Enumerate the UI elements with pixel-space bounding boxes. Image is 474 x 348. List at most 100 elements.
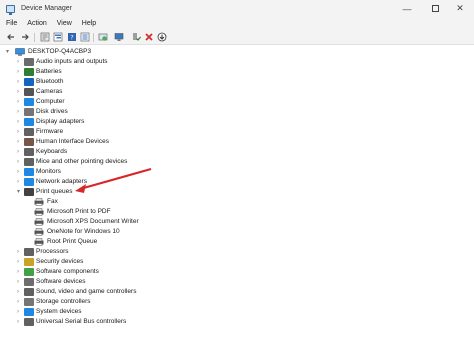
tree-device[interactable]: Microsoft XPS Document Writer <box>0 217 474 227</box>
tree-category[interactable]: › Disk drives <box>0 107 474 117</box>
menu-view[interactable]: View <box>57 20 72 27</box>
expand-chevron-icon[interactable]: › <box>17 299 23 305</box>
tree-device-label: Microsoft XPS Document Writer <box>47 218 139 225</box>
view-icon[interactable] <box>80 32 90 42</box>
tree-category-label: Keyboards <box>36 148 68 155</box>
tree-category-label: Audio inputs and outputs <box>36 58 108 65</box>
expand-chevron-icon[interactable]: › <box>17 149 23 155</box>
menu-action[interactable]: Action <box>27 20 46 27</box>
uninstall-icon[interactable] <box>144 32 154 42</box>
tree-category[interactable]: › Network adapters <box>0 177 474 187</box>
software-device-icon <box>24 278 34 286</box>
tree-category[interactable]: › Display adapters <box>0 117 474 127</box>
maximize-button[interactable] <box>421 0 449 17</box>
forward-icon[interactable] <box>20 32 30 42</box>
tree-category[interactable]: › Firmware <box>0 127 474 137</box>
printer-icon <box>24 188 34 196</box>
expand-chevron-icon[interactable]: › <box>17 89 23 95</box>
expand-chevron-icon[interactable]: › <box>17 309 23 315</box>
expand-chevron-icon[interactable]: › <box>17 259 23 265</box>
tree-category[interactable]: › Audio inputs and outputs <box>0 57 474 67</box>
tree-root[interactable]: ▾ DESKTOP-Q4ACBP3 <box>0 47 474 57</box>
tree-category-label: Storage controllers <box>36 298 91 305</box>
enable-device-icon[interactable] <box>131 32 141 42</box>
tree-category[interactable]: › Sound, video and game controllers <box>0 287 474 297</box>
tree-category[interactable]: › Cameras <box>0 87 474 97</box>
tree-category-label: Disk drives <box>36 108 68 115</box>
tree-category[interactable]: ▾ Print queues <box>0 187 474 197</box>
expand-chevron-icon[interactable]: › <box>17 69 23 75</box>
tree-icon[interactable] <box>53 32 63 42</box>
scan-icon[interactable] <box>114 32 124 42</box>
expand-chevron-icon[interactable]: › <box>17 139 23 145</box>
expand-chevron-icon[interactable]: › <box>17 249 23 255</box>
computer-icon <box>24 98 34 106</box>
expand-chevron-icon[interactable]: › <box>17 109 23 115</box>
tree-category[interactable]: › Processors <box>0 247 474 257</box>
battery-icon <box>24 68 34 76</box>
tree-category[interactable]: › Software components <box>0 267 474 277</box>
tree-category[interactable]: › System devices <box>0 307 474 317</box>
network-icon <box>24 178 34 186</box>
tree-category-label: Universal Serial Bus controllers <box>36 318 127 325</box>
tree-category-label: Firmware <box>36 128 64 135</box>
tree-category[interactable]: › Security devices <box>0 257 474 267</box>
tree-device[interactable]: Fax <box>0 197 474 207</box>
svg-text:?: ? <box>70 34 73 42</box>
tree-category[interactable]: › Storage controllers <box>0 297 474 307</box>
printer-icon <box>34 218 44 226</box>
expand-chevron-icon[interactable]: › <box>17 289 23 295</box>
tree-device[interactable]: Microsoft Print to PDF <box>0 207 474 217</box>
expand-chevron-icon[interactable]: › <box>17 179 23 185</box>
tree-category-label: Processors <box>36 248 69 255</box>
tree-device[interactable]: OneNote for Windows 10 <box>0 227 474 237</box>
menu-help[interactable]: Help <box>82 20 96 27</box>
tree-category[interactable]: › Universal Serial Bus controllers <box>0 317 474 327</box>
minimize-button[interactable]: — <box>393 0 421 17</box>
back-icon[interactable] <box>6 32 16 42</box>
tree-device-label: Microsoft Print to PDF <box>47 208 111 215</box>
menu-file[interactable]: File <box>6 20 17 27</box>
collapse-chevron-icon[interactable]: ▾ <box>6 49 12 55</box>
tree-category-label: Batteries <box>36 68 62 75</box>
tree-category[interactable]: › Bluetooth <box>0 77 474 87</box>
expand-chevron-icon[interactable]: › <box>17 279 23 285</box>
tree-device[interactable]: Root Print Queue <box>0 237 474 247</box>
monitor-icon <box>24 168 34 176</box>
expand-chevron-icon[interactable]: › <box>17 79 23 85</box>
tree-category-label: Security devices <box>36 258 84 265</box>
expand-chevron-icon[interactable]: › <box>17 119 23 125</box>
tree-category-label: Software devices <box>36 278 86 285</box>
tree-category-label: Print queues <box>36 188 73 195</box>
tree-category-label: Software components <box>36 268 99 275</box>
expand-chevron-icon[interactable]: › <box>17 269 23 275</box>
tree-category-label: Bluetooth <box>36 78 64 85</box>
update-driver-icon[interactable] <box>98 32 108 42</box>
expand-chevron-icon[interactable]: › <box>17 169 23 175</box>
help-icon[interactable]: ? <box>67 32 77 42</box>
expand-chevron-icon[interactable]: › <box>17 99 23 105</box>
security-icon <box>24 258 34 266</box>
tree-category[interactable]: › Batteries <box>0 67 474 77</box>
printer-icon <box>34 198 44 206</box>
expand-chevron-icon[interactable]: › <box>17 59 23 65</box>
close-button[interactable]: ✕ <box>446 0 474 17</box>
tree-category[interactable]: › Monitors <box>0 167 474 177</box>
tree-category-label: Sound, video and game controllers <box>36 288 137 295</box>
window-title: Device Manager <box>21 5 72 12</box>
toolbar-separator <box>34 33 35 42</box>
download-icon[interactable] <box>157 32 167 42</box>
speaker-icon <box>24 58 34 66</box>
tree-category[interactable]: › Computer <box>0 97 474 107</box>
tree-category[interactable]: › Software devices <box>0 277 474 287</box>
tree-category[interactable]: › Human Interface Devices <box>0 137 474 147</box>
collapse-chevron-icon[interactable]: ▾ <box>17 189 23 195</box>
expand-chevron-icon[interactable]: › <box>17 319 23 325</box>
expand-chevron-icon[interactable]: › <box>17 159 23 165</box>
system-icon <box>24 308 34 316</box>
tree-category[interactable]: › Mice and other pointing devices <box>0 157 474 167</box>
expand-chevron-icon[interactable]: › <box>17 129 23 135</box>
menu-bar: File Action View Help <box>0 17 474 30</box>
tree-category[interactable]: › Keyboards <box>0 147 474 157</box>
properties-icon[interactable] <box>40 32 50 42</box>
